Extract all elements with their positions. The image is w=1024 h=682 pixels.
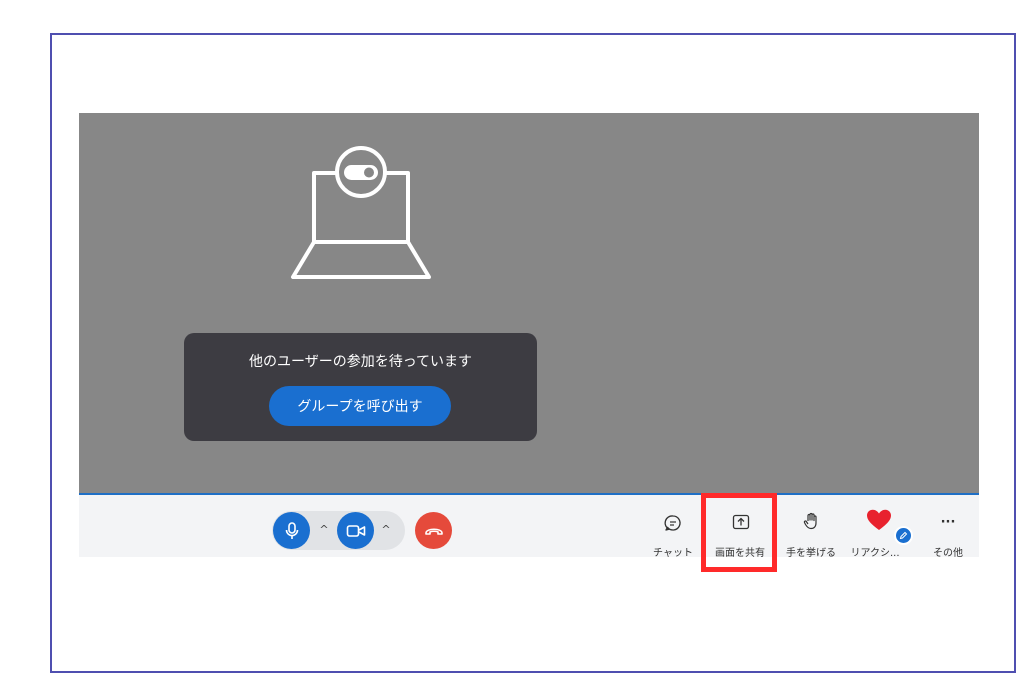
call-group-button[interactable]: グループを呼び出す bbox=[269, 386, 451, 426]
laptop-camera-icon bbox=[291, 146, 431, 279]
chat-label: チャット bbox=[653, 548, 693, 559]
chat-icon bbox=[664, 515, 681, 531]
reaction-edit-badge bbox=[894, 526, 913, 545]
pencil-icon bbox=[899, 531, 908, 540]
chat-button[interactable] bbox=[663, 513, 683, 533]
raise-hand-icon bbox=[803, 512, 817, 530]
more-label: その他 bbox=[933, 548, 963, 559]
heart-icon bbox=[867, 509, 891, 530]
mic-options-caret[interactable]: ^ bbox=[318, 520, 330, 540]
raise-hand-label: 手を挙げる bbox=[786, 548, 836, 559]
waiting-message: 他のユーザーの参加を待っています bbox=[248, 354, 473, 370]
highlight-box bbox=[701, 493, 777, 572]
camera-button[interactable] bbox=[337, 512, 374, 549]
more-options-icon[interactable]: ··· bbox=[937, 512, 959, 532]
video-camera-icon bbox=[346, 524, 365, 537]
meeting-toolbar bbox=[79, 495, 979, 557]
microphone-icon bbox=[285, 521, 298, 539]
camera-options-caret[interactable]: ^ bbox=[380, 520, 392, 540]
hangup-button[interactable] bbox=[415, 512, 452, 549]
reactions-label: リアクシ... bbox=[850, 548, 900, 559]
raise-hand-button[interactable] bbox=[801, 511, 821, 531]
microphone-button[interactable] bbox=[273, 512, 310, 549]
phone-hangup-icon bbox=[424, 527, 443, 535]
reactions-button[interactable] bbox=[865, 508, 893, 532]
